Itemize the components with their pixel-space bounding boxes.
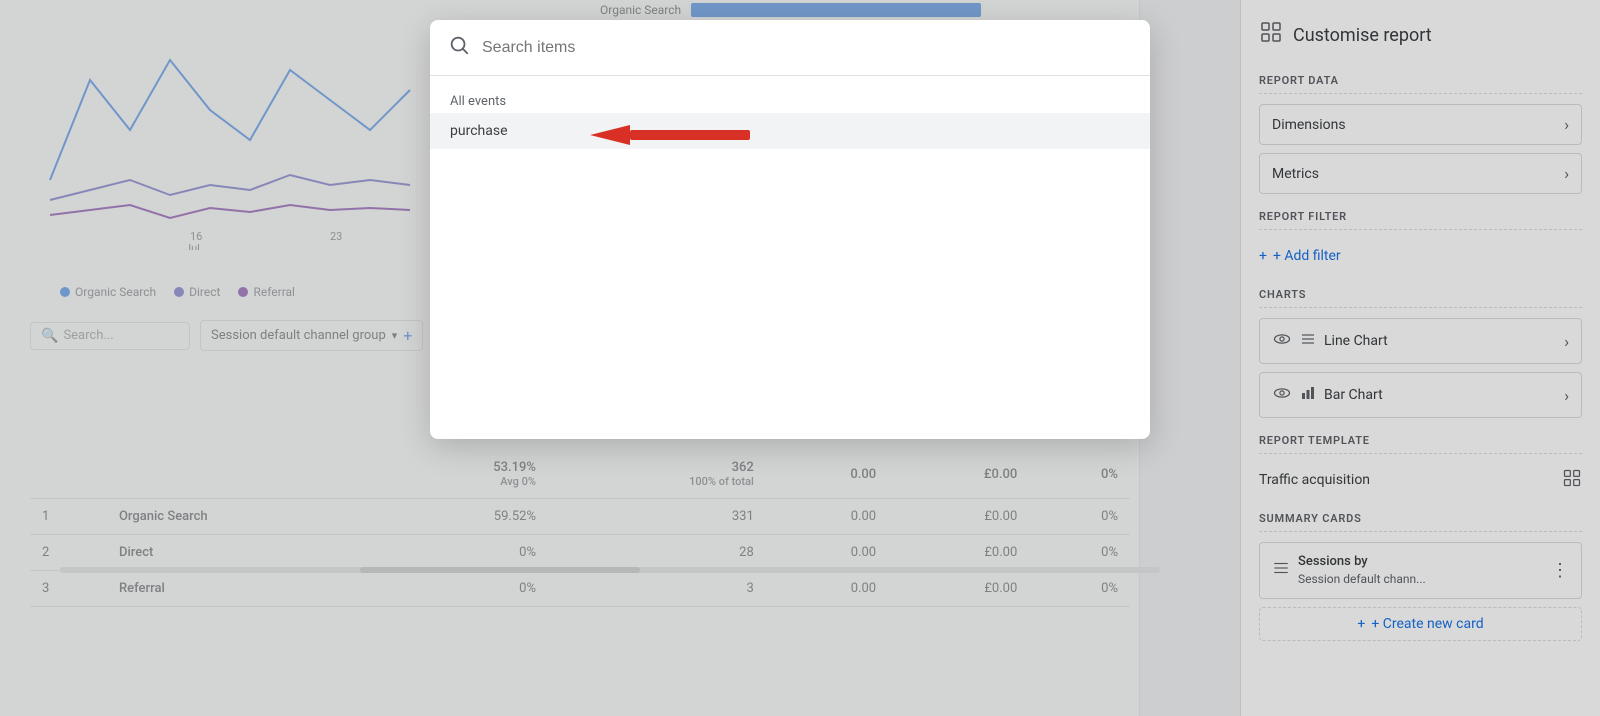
red-arrow-annotation	[580, 113, 780, 157]
modal-item-purchase[interactable]: purchase	[430, 113, 1150, 149]
modal-item-label: purchase	[450, 123, 508, 139]
modal-list: All events purchase	[430, 76, 1150, 439]
modal-search-input[interactable]	[482, 39, 1132, 57]
modal-section-title: All events	[430, 86, 1150, 113]
search-modal: All events purchase	[430, 20, 1150, 439]
modal-body-empty	[430, 149, 1150, 429]
modal-search-icon	[448, 34, 470, 61]
modal-search-bar	[430, 20, 1150, 76]
